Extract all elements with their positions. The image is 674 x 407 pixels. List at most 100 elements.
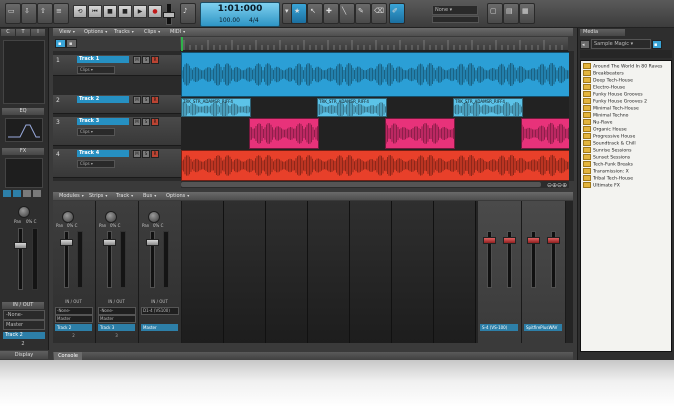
menu-options[interactable]: Options (81, 28, 110, 36)
track-r-button[interactable]: R (151, 118, 159, 126)
rewind-button[interactable]: ■ (103, 5, 117, 18)
browser-button[interactable]: ▤ (503, 3, 519, 24)
media-folder-item[interactable]: Sunset Sessions (583, 154, 630, 161)
metronome-button[interactable]: ♪ (180, 3, 196, 24)
play-button[interactable]: ▶ (133, 5, 147, 18)
erase-tool-button[interactable]: ⌫ (371, 3, 387, 24)
track-m-button[interactable]: M (133, 118, 141, 126)
media-tab[interactable]: Media (580, 29, 625, 36)
pan-knob[interactable] (105, 211, 117, 223)
audio-clip[interactable] (521, 118, 569, 149)
inspector-track-name[interactable]: Track 2 (3, 332, 45, 339)
media-folder-item[interactable]: Funky House Grooves (583, 91, 643, 98)
inspector-tab-i[interactable]: I (31, 29, 45, 36)
audio-clip[interactable]: TRK_STR_ADAMSR_RIFF4 (453, 98, 523, 117)
monitor-button[interactable] (3, 190, 11, 197)
track-lane[interactable] (181, 117, 569, 149)
media-preview-button[interactable]: ▪ (652, 40, 662, 49)
save-button[interactable]: ⇧ (37, 3, 53, 24)
track-header[interactable]: 1 Track 1 M S R Clips ▾ (53, 55, 181, 76)
track-name[interactable]: Track 3 (77, 118, 129, 125)
clip-select[interactable]: Clips ▾ (77, 160, 115, 168)
output-route[interactable]: Master (55, 315, 93, 323)
timeline-ruler[interactable] (180, 37, 568, 51)
scroll-thumb[interactable] (181, 182, 541, 187)
media-location-select[interactable]: Sample Magic ▾ (591, 39, 651, 49)
tempo-readout[interactable]: 100.00 (219, 17, 240, 24)
track-header[interactable]: 4 Track 4 M S R Clips ▾ (53, 149, 181, 178)
media-folder-item[interactable]: Tribal Tech-House (583, 175, 633, 182)
eq-display[interactable] (5, 118, 43, 142)
fx-header[interactable]: FX (2, 148, 44, 155)
menu-track[interactable]: Track (113, 192, 136, 200)
audio-clip[interactable] (181, 52, 569, 97)
pan-knob[interactable] (62, 211, 74, 223)
settings-button[interactable]: ▦ (519, 3, 535, 24)
media-folder-item[interactable]: Funky House Grooves 2 (583, 98, 647, 105)
track-r-button[interactable]: R (151, 96, 159, 104)
audio-clip[interactable] (249, 118, 319, 149)
track-m-button[interactable]: M (133, 56, 141, 64)
audio-clip[interactable] (385, 118, 455, 149)
track-m-button[interactable]: M (133, 150, 141, 158)
snap-select[interactable]: None ▾ (432, 5, 478, 15)
media-folder-item[interactable]: Sunrise Sessions (583, 147, 632, 154)
record-arm-button[interactable] (33, 190, 41, 197)
clip-select[interactable]: Clips ▾ (77, 128, 115, 136)
output-route[interactable]: Master (98, 315, 136, 323)
input-route[interactable]: -None- (3, 310, 45, 320)
volume-fader-cap[interactable] (60, 239, 73, 246)
vertical-scrollbar[interactable] (569, 51, 574, 181)
volume-fader-slot[interactable] (18, 228, 23, 290)
clip-select[interactable]: Clips ▾ (77, 66, 115, 74)
media-folder-item[interactable]: Soundtrack & Chill (583, 140, 636, 147)
rewind-start-button[interactable]: ⏮ (88, 5, 102, 18)
menu-modules[interactable]: Modules (56, 192, 87, 200)
zoom-controls[interactable]: ⊖⊕⊖⊕ (547, 182, 567, 189)
smart-tool-button[interactable]: ★ (291, 3, 307, 24)
mixer-button[interactable]: ≡ (53, 3, 69, 24)
menu-tracks[interactable]: Tracks (111, 28, 137, 36)
media-folder-item[interactable]: Progressive House (583, 133, 635, 140)
lane-view-button[interactable]: ▪ (66, 39, 77, 48)
select-tool-button[interactable]: ↖ (307, 3, 323, 24)
media-folder-item[interactable]: Electro-House (583, 84, 625, 91)
menu-clips[interactable]: Clips (141, 28, 163, 36)
audio-clip[interactable] (181, 150, 569, 181)
new-project-button[interactable]: ▭ (5, 3, 21, 24)
edit-tool-button[interactable]: ╲ (339, 3, 355, 24)
media-folder-item[interactable]: Organic House (583, 126, 627, 133)
track-name[interactable]: Track 2 (77, 96, 129, 103)
menu-midi[interactable]: MIDI (167, 28, 188, 36)
strip-track-name[interactable]: SpitfirePlusWAV (524, 324, 562, 331)
input-route[interactable]: -None- (55, 307, 93, 315)
draw-tool-button[interactable]: ✎ (355, 3, 371, 24)
solo-button[interactable] (13, 190, 21, 197)
inspector-tab-c[interactable]: C (1, 29, 15, 36)
track-r-button[interactable]: R (151, 56, 159, 64)
track-r-button[interactable]: R (151, 150, 159, 158)
layout-button[interactable]: ▢ (487, 3, 503, 24)
audio-clip[interactable]: TRK_STR_ADAMSR_RIFF4 (317, 98, 387, 117)
track-name[interactable]: Track 4 (77, 150, 129, 157)
volume-fader-cap[interactable] (547, 237, 560, 244)
loop-button[interactable]: ⟲ (73, 5, 87, 18)
media-folder-item[interactable]: Nu-Rave (583, 119, 612, 126)
transport-display[interactable]: 1:01:000 100.00 4/4 (200, 2, 280, 27)
menu-bus[interactable]: Bus (140, 192, 159, 200)
volume-fader-cap[interactable] (14, 242, 27, 249)
record-button[interactable]: ● (148, 5, 162, 18)
track-lane[interactable] (181, 149, 569, 181)
fx-slots[interactable] (5, 158, 43, 188)
display-button[interactable]: Display (0, 351, 48, 359)
menu-view[interactable]: View (56, 28, 78, 36)
volume-fader-cap[interactable] (483, 237, 496, 244)
track-m-button[interactable]: M (133, 96, 141, 104)
media-back-button[interactable]: ◂ (580, 40, 590, 49)
track-view-button[interactable]: ▪ (55, 39, 66, 48)
track-header[interactable]: 3 Track 3 M S R Clips ▾ (53, 117, 181, 146)
audio-clip[interactable]: TRK_STR_ADAMSR_RIFF4 (181, 98, 251, 117)
open-button[interactable]: ⇩ (21, 3, 37, 24)
snap-value-field[interactable] (432, 16, 479, 23)
strip-track-name[interactable]: Track 2 (55, 324, 92, 331)
